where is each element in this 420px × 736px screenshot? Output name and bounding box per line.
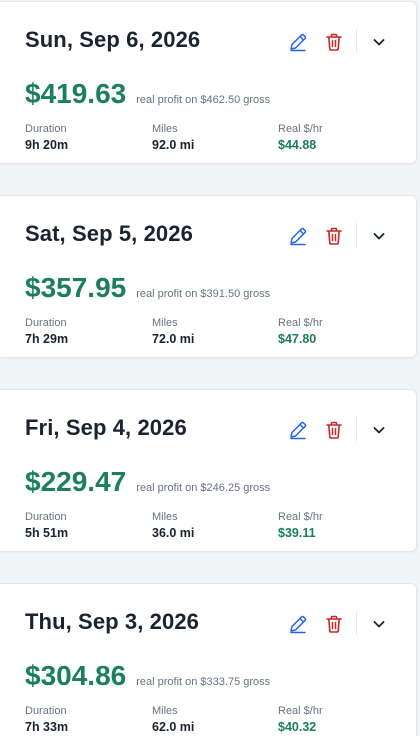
stat-label: Real $/hr — [278, 511, 323, 523]
trash-icon — [326, 421, 342, 439]
pencil-icon — [290, 615, 307, 634]
duration-value: 9h 20m — [25, 138, 69, 152]
duration-value: 7h 33m — [25, 720, 69, 734]
trash-icon — [326, 33, 342, 51]
action-divider — [356, 223, 357, 247]
delete-button[interactable] — [320, 416, 348, 444]
stat-rate: Real $/hr $47.80 — [278, 317, 323, 346]
profit-row: $419.63 real profit on $462.50 gross — [25, 78, 270, 110]
pencil-icon — [290, 33, 307, 52]
shift-date: Fri, Sep 4, 2026 — [25, 415, 187, 440]
trash-icon — [326, 615, 342, 633]
stat-label: Duration — [25, 511, 67, 523]
profit-row: $357.95 real profit on $391.50 gross — [25, 272, 270, 304]
edit-button[interactable] — [284, 610, 312, 638]
shift-date: Sat, Sep 5, 2026 — [25, 221, 193, 246]
delete-button[interactable] — [320, 28, 348, 56]
stat-label: Real $/hr — [278, 317, 323, 329]
expand-button[interactable] — [365, 610, 393, 638]
stat-miles: Miles 92.0 mi — [152, 123, 194, 152]
stat-rate: Real $/hr $39.11 — [278, 511, 323, 540]
shift-card: Thu, Sep 3, 2026 $304.86 real profit on … — [0, 583, 417, 736]
stat-label: Miles — [152, 511, 178, 523]
shift-card: Sat, Sep 5, 2026 $357.95 real profit on … — [0, 195, 417, 358]
delete-button[interactable] — [320, 610, 348, 638]
stat-miles: Miles 72.0 mi — [152, 317, 194, 346]
miles-value: 72.0 mi — [152, 332, 195, 346]
expand-button[interactable] — [365, 416, 393, 444]
shift-card: Fri, Sep 4, 2026 $229.47 real profit on … — [0, 389, 417, 552]
profit-note: real profit on $391.50 gross — [136, 288, 271, 300]
stat-miles: Miles 62.0 mi — [152, 705, 194, 734]
pencil-icon — [290, 421, 307, 440]
miles-value: 92.0 mi — [152, 138, 195, 152]
stat-duration: Duration 7h 29m — [25, 317, 68, 346]
shift-list: Sun, Sep 6, 2026 $419.63 real profit on … — [0, 0, 420, 736]
stat-label: Duration — [25, 123, 67, 135]
profit-note: real profit on $462.50 gross — [136, 94, 271, 106]
trash-icon — [326, 227, 342, 245]
profit-note: real profit on $246.25 gross — [136, 482, 271, 494]
chevron-down-icon — [373, 233, 385, 240]
edit-button[interactable] — [284, 222, 312, 250]
stat-label: Real $/hr — [278, 705, 323, 717]
real-profit: $357.95 — [25, 272, 127, 303]
real-profit: $304.86 — [25, 660, 127, 691]
pencil-icon — [290, 227, 307, 246]
action-divider — [356, 611, 357, 635]
real-profit: $229.47 — [25, 466, 127, 497]
delete-button[interactable] — [320, 222, 348, 250]
stat-rate: Real $/hr $44.88 — [278, 123, 323, 152]
profit-note: real profit on $333.75 gross — [136, 676, 271, 688]
edit-button[interactable] — [284, 416, 312, 444]
chevron-down-icon — [373, 621, 385, 628]
miles-value: 62.0 mi — [152, 720, 195, 734]
stat-label: Real $/hr — [278, 123, 323, 135]
miles-value: 36.0 mi — [152, 526, 195, 540]
shift-card: Sun, Sep 6, 2026 $419.63 real profit on … — [0, 1, 417, 164]
stat-duration: Duration 7h 33m — [25, 705, 68, 734]
rate-value: $39.11 — [278, 526, 316, 540]
rate-value: $47.80 — [278, 332, 317, 346]
stat-label: Duration — [25, 705, 67, 717]
chevron-down-icon — [373, 427, 385, 434]
real-profit: $419.63 — [25, 78, 127, 109]
chevron-down-icon — [373, 39, 385, 46]
edit-button[interactable] — [284, 28, 312, 56]
stat-label: Miles — [152, 317, 178, 329]
duration-value: 5h 51m — [25, 526, 69, 540]
expand-button[interactable] — [365, 222, 393, 250]
rate-value: $40.32 — [278, 720, 317, 734]
shift-date: Thu, Sep 3, 2026 — [25, 609, 200, 634]
stat-label: Duration — [25, 317, 67, 329]
shift-date: Sun, Sep 6, 2026 — [25, 27, 201, 52]
stat-miles: Miles 36.0 mi — [152, 511, 194, 540]
stat-rate: Real $/hr $40.32 — [278, 705, 323, 734]
profit-row: $304.86 real profit on $333.75 gross — [25, 660, 270, 692]
stat-duration: Duration 9h 20m — [25, 123, 68, 152]
rate-value: $44.88 — [278, 138, 317, 152]
expand-button[interactable] — [365, 28, 393, 56]
action-divider — [356, 29, 357, 53]
duration-value: 7h 29m — [25, 332, 69, 346]
stat-duration: Duration 5h 51m — [25, 511, 68, 540]
stat-label: Miles — [152, 123, 178, 135]
action-divider — [356, 417, 357, 441]
stat-label: Miles — [152, 705, 178, 717]
profit-row: $229.47 real profit on $246.25 gross — [25, 466, 270, 498]
